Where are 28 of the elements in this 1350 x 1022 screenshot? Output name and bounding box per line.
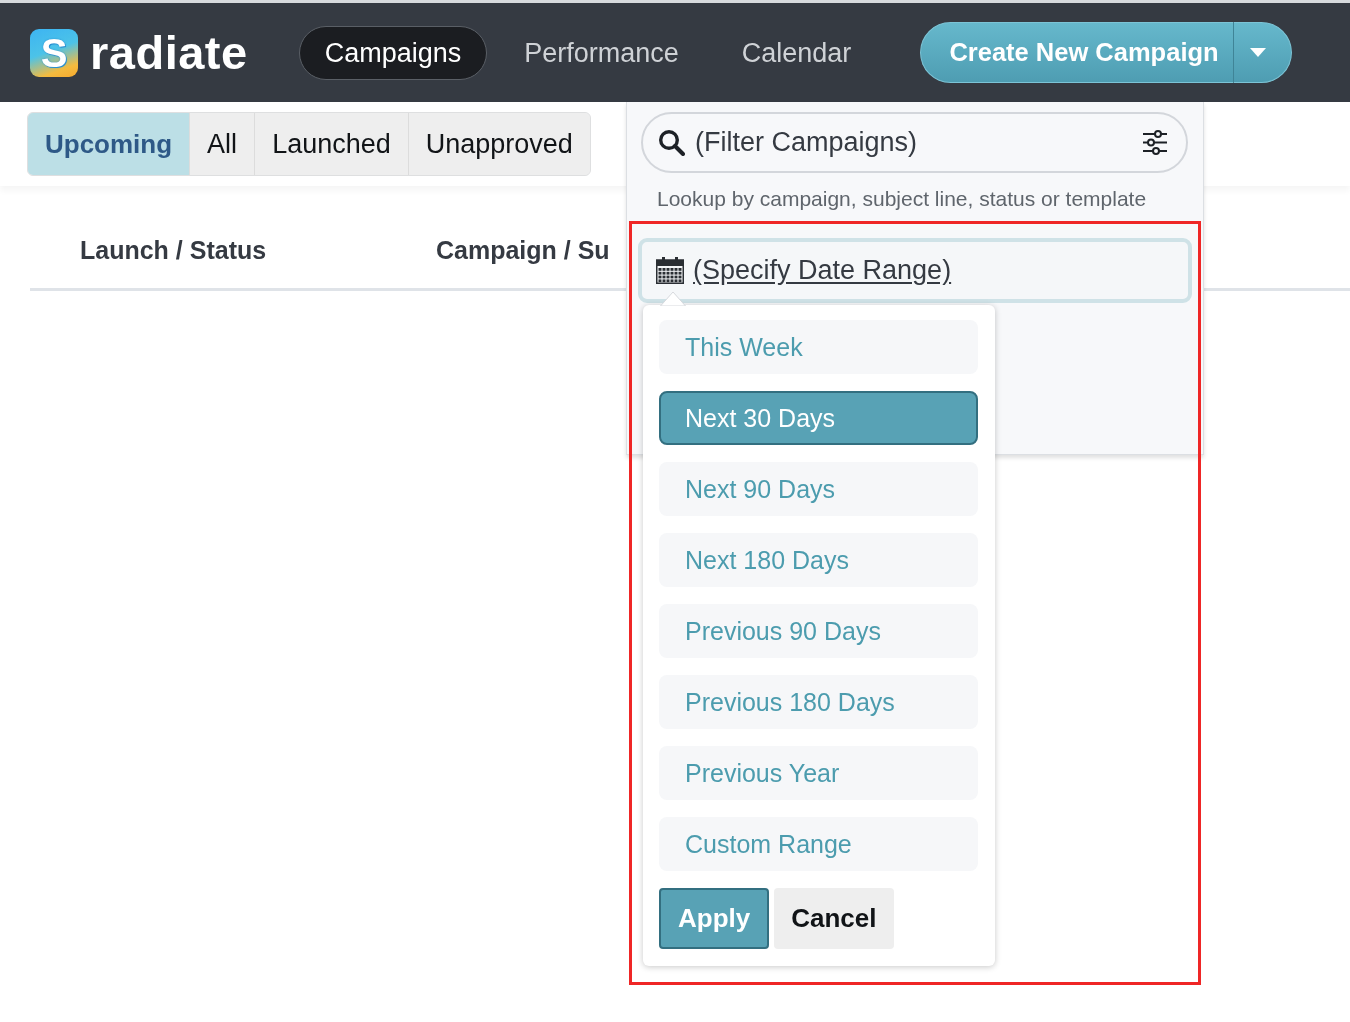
nav-tab[interactable]: Performance [498,25,705,80]
date-range-option[interactable]: Previous 90 Days [659,604,978,658]
caret-down-icon [1250,48,1267,57]
logo-text: radiate [90,27,248,78]
date-range-option[interactable]: Previous 180 Days [659,675,978,729]
status-tab[interactable]: Upcoming [28,113,191,175]
date-range-link[interactable]: (Specify Date Range) [693,255,952,286]
cancel-button[interactable]: Cancel [774,888,894,949]
logo-mark: S [30,28,78,77]
date-range-option[interactable]: Next 180 Days [659,533,978,587]
column-header: Campaign / Su [436,235,610,266]
search-field[interactable]: (Filter Campaigns) [641,112,1188,173]
date-range-option[interactable]: Custom Range [659,817,978,871]
create-options-button[interactable] [1232,22,1292,83]
date-range-field[interactable]: (Specify Date Range) [638,238,1192,303]
column-header: Launch / Status [79,235,268,266]
date-range-option[interactable]: Next 30 Days [659,391,978,445]
nav-tab[interactable]: Calendar [715,25,878,80]
create-campaign-button[interactable]: Create New Campaign [920,22,1233,83]
calendar-icon [656,257,684,284]
date-range-option[interactable]: Previous Year [659,746,978,800]
search-hint: Lookup by campaign, subject line, status or template [657,186,1148,212]
search-icon [658,129,685,156]
nav-tab[interactable]: Campaigns [298,25,488,80]
date-range-option[interactable]: Next 90 Days [659,462,978,516]
filter-sliders-icon[interactable] [1142,130,1168,155]
date-range-option[interactable]: This Week [659,320,978,374]
apply-button[interactable]: Apply [659,888,770,949]
